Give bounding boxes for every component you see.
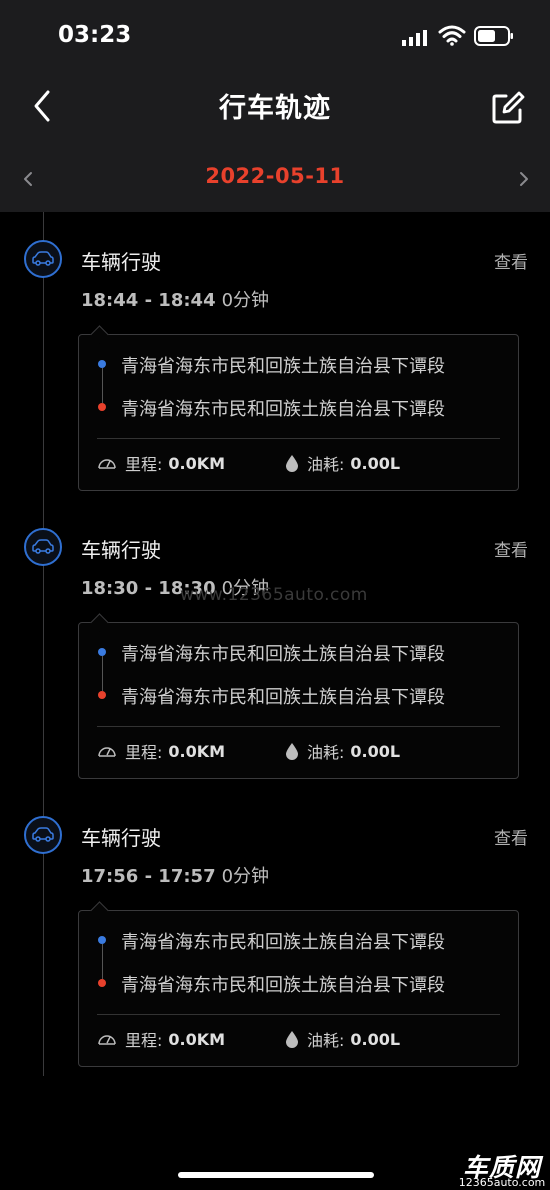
view-button[interactable]: 查看 (494, 536, 528, 561)
end-dot (98, 403, 106, 411)
trip-title: 车辆行驶 (81, 538, 161, 562)
fuel-metric: 油耗: 0.00L (285, 1027, 400, 1051)
trip-time-range: 17:56 - 17:57 0分钟 (81, 862, 269, 888)
mileage-label: 里程: (125, 455, 163, 474)
mileage-metric: 里程: 0.0KM (97, 739, 225, 763)
view-button[interactable]: 查看 (494, 248, 528, 273)
car-icon (24, 240, 62, 278)
fuel-label: 油耗: (307, 1031, 345, 1050)
mileage-label: 里程: (125, 1031, 163, 1050)
car-icon (24, 528, 62, 566)
fuel-label: 油耗: (307, 455, 345, 474)
end-address: 青海省海东市民和回族土族自治县下谭段 (121, 975, 445, 996)
speedometer-icon (98, 459, 116, 469)
time-range: 17:56 - 17:57 (81, 866, 216, 887)
mileage-value: 0.0KM (168, 741, 226, 761)
trip-duration: 0分钟 (221, 290, 270, 311)
fuel-value: 0.00L (350, 1029, 401, 1049)
watermark: www.12365auto.com (180, 585, 368, 605)
site-logo: 车质网 12365auto.com (458, 1148, 546, 1189)
route-connector (101, 656, 103, 691)
trip-item: 车辆行驶 查看 17:56 - 17:57 0分钟 青海省海东市民和回族土族自治县… (0, 788, 550, 1076)
route-connector (101, 368, 103, 403)
route-connector (101, 944, 103, 979)
fuel-metric: 油耗: 0.00L (285, 451, 400, 475)
trip-card[interactable]: 青海省海东市民和回族土族自治县下谭段 青海省海东市民和回族土族自治县下谭段 里程… (78, 325, 519, 491)
mileage-label: 里程: (125, 743, 163, 762)
car-icon (24, 816, 62, 854)
card-notch (90, 325, 109, 344)
end-dot (98, 691, 106, 699)
time-range: 18:44 - 18:44 (81, 290, 216, 311)
fuel-value: 0.00L (350, 741, 401, 761)
trip-title: 车辆行驶 (81, 826, 161, 850)
top-bar: 03:23 行车轨迹 2022-05-11 (0, 0, 550, 212)
start-dot (98, 360, 106, 368)
speedometer-icon (98, 1035, 116, 1045)
start-dot (98, 648, 106, 656)
card-notch (90, 901, 109, 920)
fuel-label: 油耗: (307, 743, 345, 762)
start-address: 青海省海东市民和回族土族自治县下谭段 (121, 644, 445, 665)
end-address: 青海省海东市民和回族土族自治县下谭段 (121, 687, 445, 708)
battery-icon (474, 26, 513, 46)
end-dot (98, 979, 106, 987)
edit-icon[interactable] (488, 88, 528, 128)
start-address: 青海省海东市民和回族土族自治县下谭段 (121, 356, 445, 377)
home-indicator[interactable] (178, 1172, 374, 1178)
current-date[interactable]: 2022-05-11 (0, 164, 550, 188)
divider (97, 438, 500, 439)
fuel-drop-icon (286, 1031, 298, 1048)
trip-duration: 0分钟 (221, 866, 270, 887)
wifi-icon (438, 25, 466, 46)
mileage-value: 0.0KM (168, 1029, 226, 1049)
mileage-metric: 里程: 0.0KM (97, 1027, 225, 1051)
trip-time-range: 18:44 - 18:44 0分钟 (81, 286, 269, 312)
fuel-value: 0.00L (350, 453, 401, 473)
divider (97, 1014, 500, 1015)
cellular-signal-icon (402, 30, 427, 46)
logo-url: 12365auto.com (458, 1176, 546, 1189)
end-address: 青海省海东市民和回族土族自治县下谭段 (121, 399, 445, 420)
divider (97, 726, 500, 727)
card-notch (90, 613, 109, 632)
trip-card[interactable]: 青海省海东市民和回族土族自治县下谭段 青海省海东市民和回族土族自治县下谭段 里程… (78, 613, 519, 779)
start-address: 青海省海东市民和回族土族自治县下谭段 (121, 932, 445, 953)
trip-title: 车辆行驶 (81, 250, 161, 274)
page-title: 行车轨迹 (219, 93, 331, 124)
start-dot (98, 936, 106, 944)
date-next-button[interactable] (510, 164, 536, 194)
mileage-value: 0.0KM (168, 453, 226, 473)
status-time: 03:23 (58, 22, 132, 48)
view-button[interactable]: 查看 (494, 824, 528, 849)
mileage-metric: 里程: 0.0KM (97, 451, 225, 475)
trip-item: 车辆行驶 查看 18:30 - 18:30 0分钟 青海省海东市民和回族土族自治县… (0, 500, 550, 788)
fuel-drop-icon (286, 455, 298, 472)
speedometer-icon (98, 747, 116, 757)
trip-card[interactable]: 青海省海东市民和回族土族自治县下谭段 青海省海东市民和回族土族自治县下谭段 里程… (78, 901, 519, 1067)
trip-item: 车辆行驶 查看 18:44 - 18:44 0分钟 青海省海东市民和回族土族自治县… (0, 212, 550, 500)
fuel-drop-icon (286, 743, 298, 760)
fuel-metric: 油耗: 0.00L (285, 739, 400, 763)
